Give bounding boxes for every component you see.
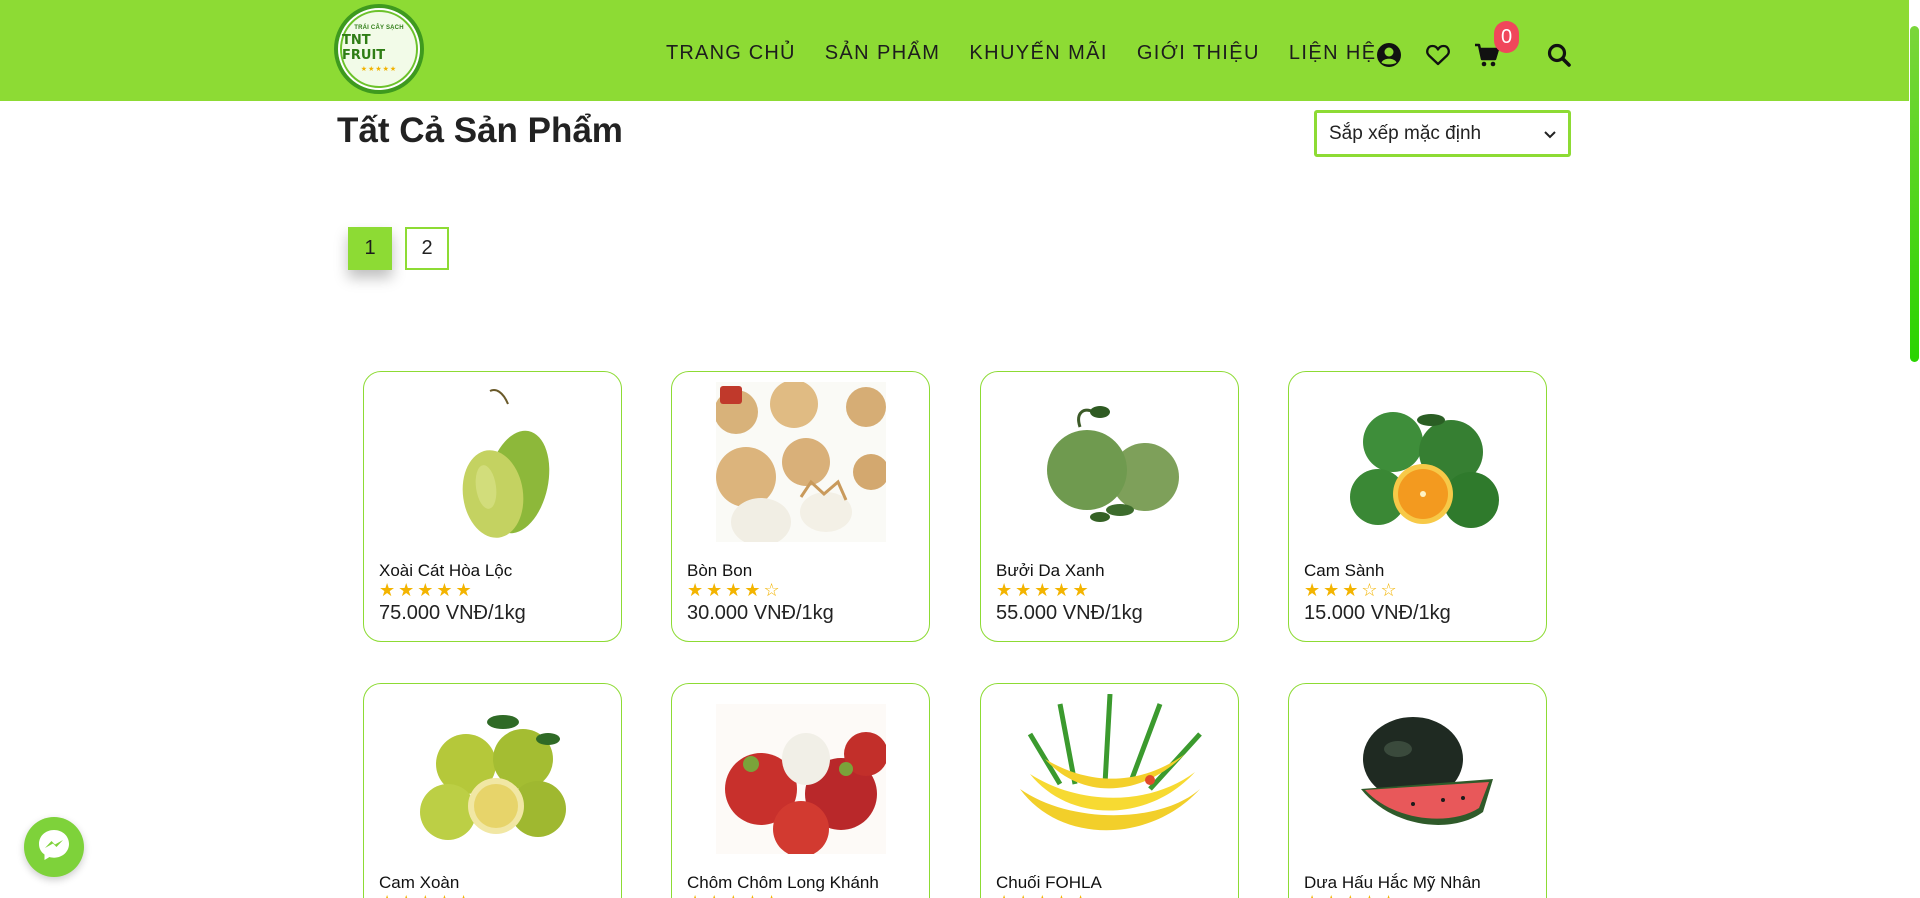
- product-image-cam-xoan[interactable]: [364, 694, 621, 854]
- logo-stars: ★★★★★: [360, 66, 398, 73]
- heart-icon[interactable]: [1425, 42, 1451, 68]
- nav-item-promotions[interactable]: KHUYẾN MÃI: [969, 42, 1107, 65]
- product-price: 75.000 VNĐ/1kg: [379, 602, 526, 624]
- rating-stars: ★★★☆☆: [1304, 580, 1400, 600]
- product-image-rambutan[interactable]: [672, 694, 929, 854]
- product-card[interactable]: Cam Xoàn ★★★★★: [363, 683, 622, 898]
- product-image-watermelon[interactable]: [1289, 694, 1546, 854]
- product-name[interactable]: Chôm Chôm Long Khánh: [687, 873, 879, 893]
- messenger-icon: [36, 827, 72, 868]
- product-card[interactable]: Bòn Bon ★★★★☆ 30.000 VNĐ/1kg: [671, 371, 930, 642]
- pagination-page-1[interactable]: 1: [348, 227, 392, 270]
- rating-stars: ★★★★☆: [687, 580, 783, 600]
- product-price: 15.000 VNĐ/1kg: [1304, 602, 1451, 624]
- cart-count-badge: 0: [1494, 21, 1519, 53]
- product-price: 55.000 VNĐ/1kg: [996, 602, 1143, 624]
- product-name[interactable]: Cam Sành: [1304, 561, 1384, 581]
- product-name[interactable]: Bòn Bon: [687, 561, 752, 581]
- nav-item-about[interactable]: GIỚI THIỆU: [1137, 42, 1260, 65]
- product-card[interactable]: Cam Sành ★★★☆☆ 15.000 VNĐ/1kg: [1288, 371, 1547, 642]
- product-name[interactable]: Bưởi Da Xanh: [996, 561, 1105, 581]
- product-name[interactable]: Dưa Hấu Hắc Mỹ Nhân: [1304, 873, 1481, 893]
- rating-stars: ★★★★★: [379, 580, 475, 600]
- search-icon[interactable]: [1546, 42, 1572, 68]
- nav-item-home[interactable]: TRANG CHỦ: [666, 42, 796, 65]
- product-name[interactable]: Cam Xoàn: [379, 873, 459, 893]
- scrollbar-thumb[interactable]: [1910, 26, 1919, 362]
- pagination-page-2[interactable]: 2: [405, 227, 449, 270]
- brand-logo[interactable]: TRÁI CÂY SẠCH TNT FRUIT ★★★★★: [334, 4, 424, 94]
- nav-item-contact[interactable]: LIỆN HỆ: [1289, 42, 1377, 65]
- product-image-cam-sanh[interactable]: [1289, 382, 1546, 542]
- rating-stars: ★★★★★: [379, 892, 475, 898]
- rating-stars: ★★★★★: [996, 580, 1092, 600]
- product-image-mango[interactable]: [364, 382, 621, 542]
- sort-selected-value: Sắp xếp mặc định: [1329, 122, 1482, 144]
- rating-stars: ★★★★★: [1304, 892, 1400, 898]
- product-price: 30.000 VNĐ/1kg: [687, 602, 834, 624]
- logo-badge: TRÁI CÂY SẠCH TNT FRUIT ★★★★★: [340, 10, 418, 88]
- product-image-pomelo[interactable]: [981, 382, 1238, 542]
- user-circle-icon[interactable]: [1376, 42, 1402, 68]
- rating-stars: ★★★★★: [996, 892, 1092, 898]
- main-nav: TRANG CHỦ SẢN PHẨM KHUYẾN MÃI GIỚI THIỆU…: [666, 42, 1405, 65]
- chevron-down-icon: [1544, 126, 1556, 142]
- site-header: TRÁI CÂY SẠCH TNT FRUIT ★★★★★ TRANG CHỦ …: [0, 0, 1909, 101]
- logo-top-text: TRÁI CÂY SẠCH: [354, 25, 404, 31]
- product-name[interactable]: Xoài Cát Hòa Lộc: [379, 561, 512, 581]
- product-image-banana[interactable]: [981, 694, 1238, 854]
- product-card[interactable]: Chuối FOHLA ★★★★★: [980, 683, 1239, 898]
- page-title: Tất Cả Sản Phẩm: [337, 111, 623, 150]
- messenger-button[interactable]: [24, 817, 84, 877]
- nav-item-products[interactable]: SẢN PHẨM: [825, 42, 941, 65]
- product-card[interactable]: Xoài Cát Hòa Lộc ★★★★★ 75.000 VNĐ/1kg: [363, 371, 622, 642]
- product-name[interactable]: Chuối FOHLA: [996, 873, 1102, 893]
- product-card[interactable]: Bưởi Da Xanh ★★★★★ 55.000 VNĐ/1kg: [980, 371, 1239, 642]
- sort-select[interactable]: Sắp xếp mặc định: [1314, 110, 1571, 157]
- logo-name: TNT FRUIT: [342, 33, 386, 63]
- product-card[interactable]: Dưa Hấu Hắc Mỹ Nhân ★★★★★: [1288, 683, 1547, 898]
- rating-stars: ★★★★★: [687, 892, 783, 898]
- product-card[interactable]: Chôm Chôm Long Khánh ★★★★★: [671, 683, 930, 898]
- product-image-bon-bon[interactable]: [672, 382, 929, 542]
